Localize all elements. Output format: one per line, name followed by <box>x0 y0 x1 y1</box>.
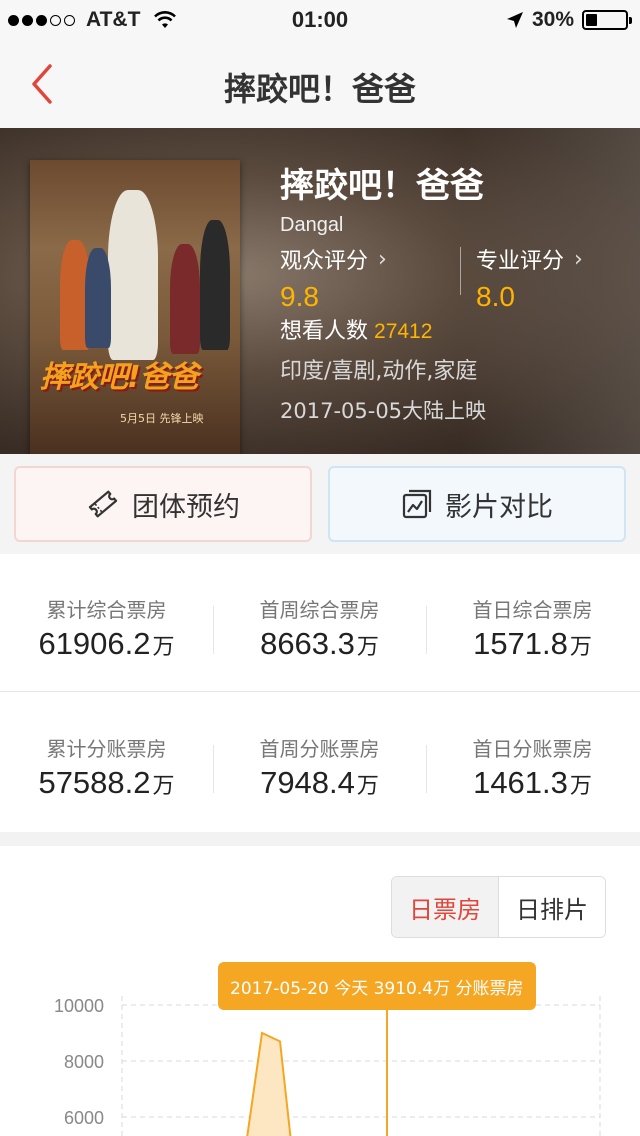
stat-value: 1461.3万 <box>426 765 639 801</box>
status-bar: AT&T 01:00 30% <box>0 0 640 40</box>
poster-figure <box>85 248 111 348</box>
want-count: 27412 <box>374 320 433 343</box>
audience-rating-value: 9.8 <box>280 281 319 312</box>
tab-daily-box-office[interactable]: 日票房 <box>392 877 499 937</box>
battery-percent: 30% <box>531 8 574 31</box>
pro-rating-value: 8.0 <box>476 281 515 312</box>
stat-value: 1571.8万 <box>426 626 639 662</box>
movie-title: 摔跤吧！爸爸 <box>280 166 484 206</box>
battery-icon <box>582 10 632 30</box>
stat-value: 7948.4万 <box>213 765 426 801</box>
want-to-see: 想看人数 27412 <box>280 313 630 345</box>
group-booking-button[interactable]: 团体预约 <box>14 466 312 542</box>
stat-label: 首周分账票房 <box>259 737 380 761</box>
stat-unit: 万 <box>356 774 379 799</box>
movie-info: 摔跤吧！爸爸 Dangal 观众评分 › 9.8 专业评分 › 8.0 想看人数… <box>280 164 630 425</box>
battery-area: 30% <box>506 8 632 32</box>
compare-label: 影片对比 <box>445 491 553 523</box>
stat-first-week-total: 首周综合票房 8663.3万 <box>213 554 426 692</box>
battery-level <box>586 14 598 26</box>
movie-genres: 印度/喜剧,动作,家庭 <box>280 359 478 384</box>
poster-subtitle: 5月5日 先锋上映 <box>120 412 204 425</box>
stat-number: 57588.2 <box>38 765 151 800</box>
y-tick-label: 6000 <box>64 1108 104 1128</box>
audience-rating[interactable]: 观众评分 › 9.8 <box>280 243 387 313</box>
stat-number: 1571.8 <box>473 626 568 661</box>
stat-unit: 万 <box>569 635 592 660</box>
stat-unit: 万 <box>569 774 592 799</box>
chart-toggle: 日票房 日排片 <box>391 876 606 938</box>
stat-label: 首日分账票房 <box>472 737 593 761</box>
stat-cumulative-total: 累计综合票房 61906.2万 <box>0 554 213 692</box>
stat-number: 8663.3 <box>260 626 355 661</box>
tab-daily-schedule[interactable]: 日排片 <box>499 877 605 937</box>
release-date: 2017-05-05大陆上映 <box>280 399 487 423</box>
y-tick-label: 8000 <box>64 1052 104 1072</box>
chart-tooltip: 2017-05-20 今天 3910.4万 分账票房 <box>218 962 536 1010</box>
stat-label: 首日综合票房 <box>472 598 593 622</box>
stat-number: 1461.3 <box>473 765 568 800</box>
navigation-bar: 摔跤吧！爸爸 <box>0 40 640 128</box>
movie-header: 摔跤吧!爸爸 5月5日 先锋上映 摔跤吧！爸爸 Dangal 观众评分 › 9.… <box>0 128 640 454</box>
want-label: 想看人数 <box>280 319 369 344</box>
action-strip: 团体预约 影片对比 <box>0 454 640 554</box>
pro-rating-label: 专业评分 <box>476 249 565 274</box>
poster-figure <box>170 244 200 354</box>
ratings: 观众评分 › 9.8 专业评分 › 8.0 <box>280 243 630 313</box>
movie-poster[interactable]: 摔跤吧!爸爸 5月5日 先锋上映 <box>30 160 240 454</box>
stats-row-split: 累计分账票房 57588.2万 首周分账票房 7948.4万 首日分账票房 14… <box>0 693 640 831</box>
battery-tip <box>629 17 632 24</box>
poster-title: 摔跤吧!爸爸 <box>40 360 199 395</box>
audience-rating-label: 观众评分 <box>280 249 369 274</box>
poster-figure <box>200 220 230 350</box>
box-office-stats: 累计综合票房 61906.2万 首周综合票房 8663.3万 首日综合票房 15… <box>0 554 640 832</box>
box-office-chart-card: 10000 8000 6000 日票房 日排片 2017-05-20 今天 3910… <box>0 846 640 1136</box>
stat-label: 累计分账票房 <box>46 737 167 761</box>
ticket-icon <box>88 490 118 518</box>
rating-divider <box>460 247 461 295</box>
stat-number: 7948.4 <box>260 765 355 800</box>
compare-chart-icon <box>402 489 432 519</box>
stat-number: 61906.2 <box>38 626 151 661</box>
stat-first-week-split: 首周分账票房 7948.4万 <box>213 693 426 831</box>
location-arrow-icon <box>506 12 523 28</box>
stats-row-total: 累计综合票房 61906.2万 首周综合票房 8663.3万 首日综合票房 15… <box>0 554 640 692</box>
stat-unit: 万 <box>356 635 379 660</box>
poster-figure <box>108 190 158 360</box>
group-booking-label: 团体预约 <box>132 491 240 523</box>
page-title: 摔跤吧！爸爸 <box>223 70 416 108</box>
stat-first-day-total: 首日综合票房 1571.8万 <box>426 554 639 692</box>
stat-cumulative-split: 累计分账票房 57588.2万 <box>0 693 213 831</box>
chevron-right-icon: › <box>574 246 583 272</box>
stat-value: 61906.2万 <box>0 626 213 662</box>
stat-first-day-split: 首日分账票房 1461.3万 <box>426 693 639 831</box>
stat-value: 8663.3万 <box>213 626 426 662</box>
y-tick-label: 10000 <box>54 996 104 1016</box>
stat-label: 首周综合票房 <box>259 598 380 622</box>
movie-english-title: Dangal <box>280 214 344 236</box>
pro-rating[interactable]: 专业评分 › 8.0 <box>476 243 583 313</box>
compare-button[interactable]: 影片对比 <box>328 466 626 542</box>
stat-label: 累计综合票房 <box>46 598 167 622</box>
stat-unit: 万 <box>152 774 175 799</box>
stat-unit: 万 <box>152 635 175 660</box>
stat-value: 57588.2万 <box>0 765 213 801</box>
chevron-right-icon: › <box>378 246 387 272</box>
